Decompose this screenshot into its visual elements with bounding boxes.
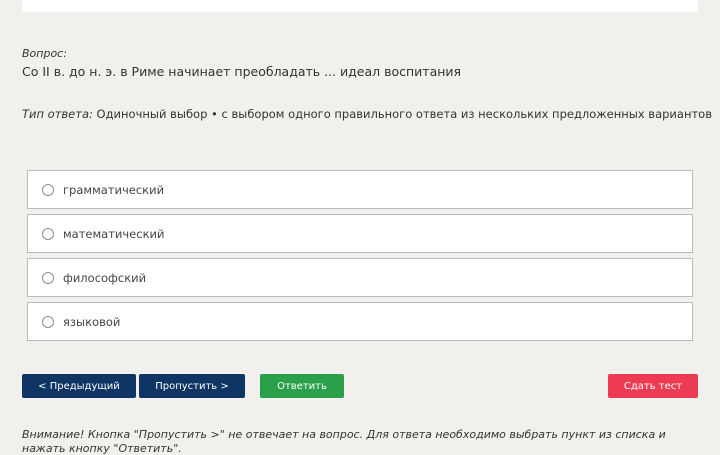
- finish-test-button[interactable]: Сдать тест: [608, 374, 698, 398]
- option-philosophical[interactable]: философский: [27, 258, 693, 297]
- option-label: философский: [63, 270, 147, 285]
- radio-button[interactable]: [42, 315, 54, 328]
- option-linguistic[interactable]: языковой: [27, 302, 693, 341]
- warning-note: Внимание! Кнопка "Пропустить >" не отвеч…: [22, 428, 666, 455]
- answer-type-text: Одиночный выбор • с выбором одного прави…: [96, 107, 712, 121]
- answer-type: Тип ответа: Одиночный выбор • с выбором …: [22, 107, 712, 121]
- radio-button[interactable]: [42, 183, 54, 196]
- answer-options: грамматический математический философски…: [27, 170, 693, 346]
- question-text: Со II в. до н. э. в Риме начинает преобл…: [22, 64, 462, 79]
- option-label: языковой: [63, 314, 121, 329]
- previous-button[interactable]: < Предыдущий: [22, 374, 136, 398]
- answer-button[interactable]: Ответить: [260, 374, 344, 398]
- test-page: Вопрос: Со II в. до н. э. в Риме начинае…: [0, 0, 720, 455]
- option-grammatical[interactable]: грамматический: [27, 170, 693, 209]
- radio-button[interactable]: [42, 227, 54, 240]
- top-card: [22, 0, 698, 12]
- radio-button[interactable]: [42, 271, 54, 284]
- option-label: математический: [63, 226, 165, 241]
- question-label: Вопрос:: [22, 47, 67, 60]
- option-label: грамматический: [63, 182, 165, 197]
- skip-button[interactable]: Пропустить >: [139, 374, 245, 398]
- answer-type-label: Тип ответа:: [22, 107, 93, 121]
- option-mathematical[interactable]: математический: [27, 214, 693, 253]
